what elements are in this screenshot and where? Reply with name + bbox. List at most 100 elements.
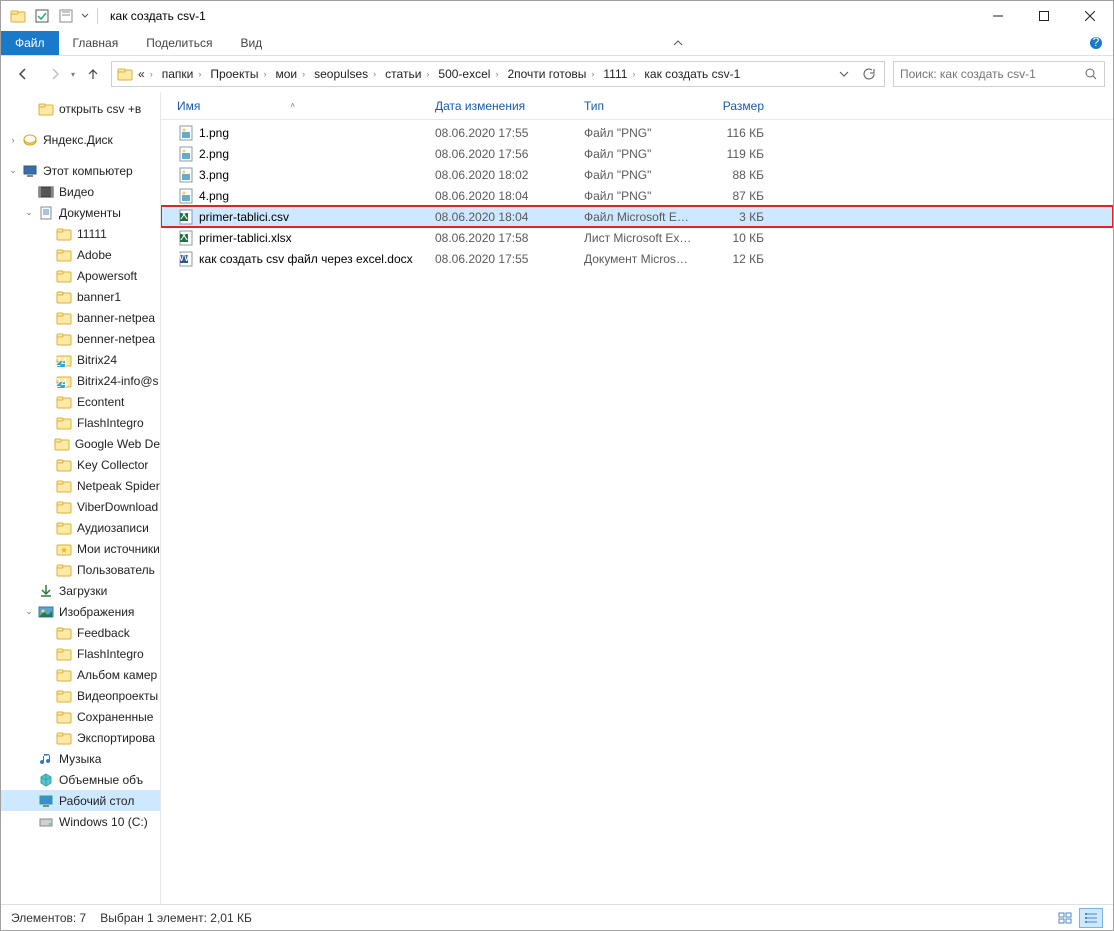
file-row[interactable]: 1.png08.06.2020 17:55Файл "PNG"116 КБ xyxy=(161,122,1113,143)
tree-node[interactable]: banner-netpea xyxy=(1,307,160,328)
tree-node[interactable]: Netpeak Spider xyxy=(1,475,160,496)
qat-dropdown-icon[interactable] xyxy=(55,5,77,27)
nav-tree[interactable]: открыть csv +в ›Яндекс.Диск ⌄Этот компьюте… xyxy=(1,92,161,904)
tree-node[interactable]: Аудиозаписи xyxy=(1,517,160,538)
breadcrumb-item[interactable]: статьи› xyxy=(383,62,436,86)
col-date[interactable]: Дата изменения xyxy=(435,99,584,113)
file-row[interactable]: Xprimer-tablici.xlsx08.06.2020 17:58Лист… xyxy=(161,227,1113,248)
tree-node[interactable]: Econtent xyxy=(1,391,160,412)
col-type[interactable]: Тип xyxy=(584,99,700,113)
expand-icon[interactable]: ⌄ xyxy=(23,606,35,617)
status-bar: Элементов: 7 Выбран 1 элемент: 2,01 КБ xyxy=(1,904,1113,930)
qat-chevron-icon[interactable] xyxy=(79,5,91,27)
up-button[interactable] xyxy=(79,60,107,88)
breadcrumb-item[interactable]: 1111› xyxy=(601,62,642,86)
properties-icon[interactable] xyxy=(31,5,53,27)
chevron-right-icon[interactable]: › xyxy=(297,69,310,79)
tree-node[interactable]: 11111 xyxy=(1,223,160,244)
tab-file[interactable]: Файл xyxy=(1,31,59,55)
tree-node[interactable]: открыть csv +в xyxy=(1,98,160,119)
chevron-right-icon[interactable]: › xyxy=(258,69,271,79)
search-icon[interactable] xyxy=(1084,67,1098,81)
tree-node[interactable]: Adobe xyxy=(1,244,160,265)
chevron-right-icon[interactable]: › xyxy=(586,69,599,79)
breadcrumb-item[interactable]: папки› xyxy=(160,62,209,86)
tree-node[interactable]: FlashIntegro xyxy=(1,643,160,664)
col-name[interactable]: Имя˄ xyxy=(177,99,435,113)
file-row[interactable]: 4.png08.06.2020 18:04Файл "PNG"87 КБ xyxy=(161,185,1113,206)
tree-node[interactable]: Пользователь xyxy=(1,559,160,580)
expand-icon[interactable]: ⌄ xyxy=(23,207,35,218)
tree-label: открыть csv +в xyxy=(59,102,141,116)
breadcrumb-item[interactable]: как создать csv-1 xyxy=(642,62,742,86)
tree-node[interactable]: Видеопроекты xyxy=(1,685,160,706)
breadcrumb-item[interactable]: мои› xyxy=(273,62,312,86)
view-thumbnails-button[interactable] xyxy=(1053,908,1077,928)
search-box[interactable] xyxy=(893,61,1105,87)
breadcrumb-item[interactable]: 2почти готовы› xyxy=(505,62,601,86)
close-button[interactable] xyxy=(1067,1,1113,31)
minimize-button[interactable] xyxy=(975,1,1021,31)
breadcrumb-item[interactable]: Проекты› xyxy=(208,62,273,86)
file-row[interactable]: 3.png08.06.2020 18:02Файл "PNG"88 КБ xyxy=(161,164,1113,185)
tree-node[interactable]: Apowersoft xyxy=(1,265,160,286)
chevron-right-icon[interactable]: › xyxy=(193,69,206,79)
col-size[interactable]: Размер xyxy=(700,99,772,113)
tree-node[interactable]: Windows 10 (C:) xyxy=(1,811,160,832)
expand-icon[interactable]: › xyxy=(7,135,19,145)
file-name: 1.png xyxy=(199,126,435,140)
file-row[interactable]: Xprimer-tablici.csv08.06.2020 18:04Файл … xyxy=(161,206,1113,227)
tree-node[interactable]: ⌄Документы xyxy=(1,202,160,223)
tree-label: ViberDownload xyxy=(77,500,158,514)
tree-node[interactable]: Экспортирова xyxy=(1,727,160,748)
tree-node[interactable]: Загрузки xyxy=(1,580,160,601)
file-row[interactable]: Wкак создать csv файл через excel.docx08… xyxy=(161,248,1113,269)
breadcrumb-item[interactable]: 500-excel› xyxy=(436,62,505,86)
chevron-right-icon[interactable]: › xyxy=(490,69,503,79)
tree-node[interactable]: Сохраненные xyxy=(1,706,160,727)
tree-node[interactable]: 24Bitrix24 xyxy=(1,349,160,370)
maximize-button[interactable] xyxy=(1021,1,1067,31)
forward-button[interactable] xyxy=(41,60,69,88)
search-input[interactable] xyxy=(900,67,1084,81)
tab-share[interactable]: Поделиться xyxy=(132,31,226,55)
file-list[interactable]: 1.png08.06.2020 17:55Файл "PNG"116 КБ2.p… xyxy=(161,120,1113,904)
tree-node[interactable]: Google Web De xyxy=(1,433,160,454)
expand-icon[interactable]: ⌄ xyxy=(7,165,19,176)
address-bar[interactable]: «› папки› Проекты› мои› seopulses› стать… xyxy=(111,61,885,87)
tree-node[interactable]: ⌄Изображения xyxy=(1,601,160,622)
tree-node[interactable]: Рабочий стол xyxy=(1,790,160,811)
tree-node[interactable]: ViberDownload xyxy=(1,496,160,517)
help-icon[interactable]: ? xyxy=(1079,31,1113,55)
tab-home[interactable]: Главная xyxy=(59,31,133,55)
tree-node[interactable]: FlashIntegro xyxy=(1,412,160,433)
refresh-button[interactable] xyxy=(856,62,880,86)
tree-node[interactable]: Альбом камер xyxy=(1,664,160,685)
tree-node[interactable]: Объемные объ xyxy=(1,769,160,790)
tree-node[interactable]: Feedback xyxy=(1,622,160,643)
tree-node[interactable]: 24Bitrix24-info@s xyxy=(1,370,160,391)
tree-node[interactable]: ⌄Этот компьютер xyxy=(1,160,160,181)
tree-node[interactable]: Key Collector xyxy=(1,454,160,475)
folder-app-icon xyxy=(7,5,29,27)
tree-node[interactable]: Видео xyxy=(1,181,160,202)
file-row[interactable]: 2.png08.06.2020 17:56Файл "PNG"119 КБ xyxy=(161,143,1113,164)
address-dropdown-icon[interactable] xyxy=(832,62,856,86)
download-icon xyxy=(37,583,55,599)
chevron-right-icon[interactable]: › xyxy=(368,69,381,79)
breadcrumb-label: статьи xyxy=(385,67,421,81)
recent-locations-icon[interactable]: ▾ xyxy=(71,70,75,79)
chevron-right-icon[interactable]: › xyxy=(627,69,640,79)
breadcrumb-item[interactable]: seopulses› xyxy=(312,62,383,86)
tree-node[interactable]: ›Яндекс.Диск xyxy=(1,129,160,150)
ribbon-chevron-icon[interactable] xyxy=(662,31,694,55)
tree-node[interactable]: banner1 xyxy=(1,286,160,307)
back-button[interactable] xyxy=(9,60,37,88)
folder-icon xyxy=(55,247,73,263)
tree-node[interactable]: benner-netpea xyxy=(1,328,160,349)
tab-view[interactable]: Вид xyxy=(226,31,276,55)
view-details-button[interactable] xyxy=(1079,908,1103,928)
tree-node[interactable]: Музыка xyxy=(1,748,160,769)
chevron-right-icon[interactable]: › xyxy=(421,69,434,79)
tree-node[interactable]: Мои источники xyxy=(1,538,160,559)
